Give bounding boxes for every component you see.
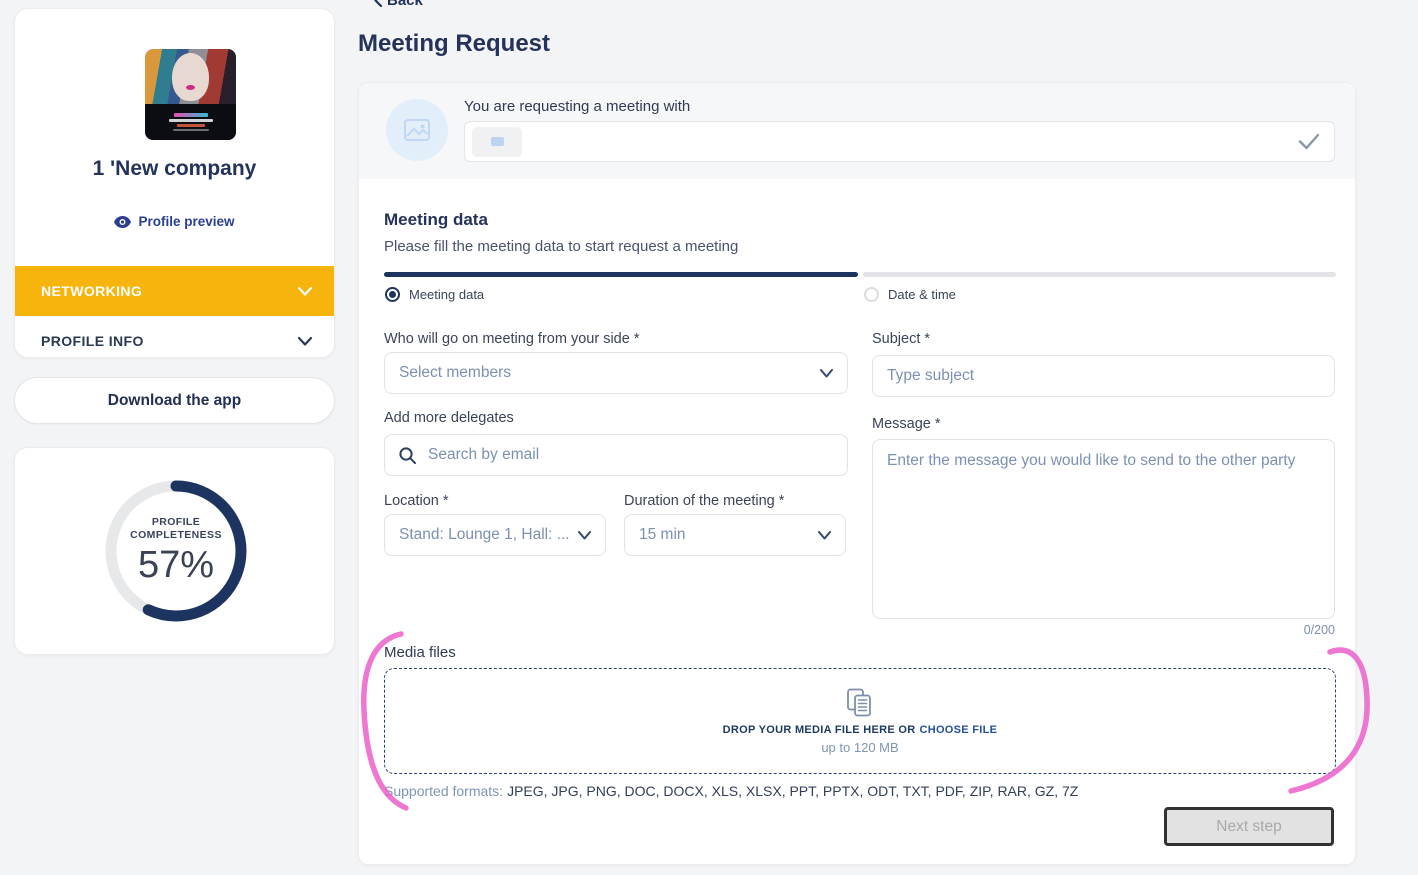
company-name: 1 'New company <box>15 157 334 181</box>
profile-preview-link[interactable]: Profile preview <box>15 214 334 229</box>
completeness-value: 57% <box>138 544 214 587</box>
duration-select-value: 15 min <box>639 526 686 544</box>
message-label: Message * <box>872 416 941 432</box>
delegates-search-field[interactable]: Search by email <box>384 434 848 476</box>
profile-preview-label: Profile preview <box>138 214 234 229</box>
back-label: Back <box>387 0 423 9</box>
sidebar-item-profile-info[interactable]: PROFILE INFO <box>15 316 335 358</box>
chevron-down-icon <box>578 531 591 540</box>
choose-file-link[interactable]: CHOOSE FILE <box>919 724 997 736</box>
completeness-label-1: PROFILE <box>152 516 200 529</box>
message-textarea[interactable] <box>872 439 1335 619</box>
download-app-button[interactable]: Download the app <box>14 377 335 424</box>
duration-label: Duration of the meeting * <box>624 493 784 509</box>
meeting-request-form-card: You are requesting a meeting with Meetin… <box>358 82 1356 865</box>
chevron-down-icon <box>820 369 833 378</box>
next-step-button[interactable]: Next step <box>1164 807 1334 846</box>
chevron-down-icon <box>298 337 312 346</box>
networking-label: NETWORKING <box>41 283 142 299</box>
chevron-down-icon <box>298 287 312 296</box>
media-files-label: Media files <box>384 644 456 661</box>
avatar <box>386 99 448 161</box>
person-placeholder-chip <box>472 127 522 157</box>
delegates-label: Add more delegates <box>384 410 514 426</box>
logo-lips-art <box>186 85 195 90</box>
chevron-down-icon <box>818 531 831 540</box>
profile-info-label: PROFILE INFO <box>41 333 144 349</box>
company-profile-card: 1 'New company Profile preview NETWORKIN… <box>14 8 335 358</box>
meeting-with-input[interactable] <box>464 121 1335 162</box>
supported-formats: Supported formats:JPEG, JPG, PNG, DOC, D… <box>384 783 1078 799</box>
step-date-time[interactable]: Date & time <box>864 287 956 302</box>
location-select-value: Stand: Lounge 1, Hall: ... <box>399 526 570 544</box>
supported-formats-label: Supported formats: <box>384 783 503 799</box>
members-select[interactable]: Select members <box>384 352 848 394</box>
section-title: Meeting data <box>384 210 488 230</box>
location-select[interactable]: Stand: Lounge 1, Hall: ... <box>384 514 606 556</box>
step-progress-active <box>384 272 858 277</box>
supported-formats-value: JPEG, JPG, PNG, DOC, DOCX, XLS, XLSX, PP… <box>507 783 1078 799</box>
image-placeholder-icon <box>404 119 430 141</box>
meeting-request-page: 1 'New company Profile preview NETWORKIN… <box>0 0 1418 875</box>
download-app-label: Download the app <box>108 392 241 410</box>
documents-icon <box>846 688 874 718</box>
profile-completeness-card: PROFILE COMPLETENESS 57% <box>14 447 335 655</box>
checkmark-icon <box>1298 133 1320 150</box>
sidebar-item-networking[interactable]: NETWORKING <box>15 266 335 316</box>
completeness-label-2: COMPLETENESS <box>130 529 222 542</box>
drop-instruction: DROP YOUR MEDIA FILE HERE OR <box>723 724 916 736</box>
location-label: Location * <box>384 493 449 509</box>
logo-caption-band <box>145 104 236 140</box>
members-label: Who will go on meeting from your side * <box>384 331 639 347</box>
page-title: Meeting Request <box>358 30 550 58</box>
media-dropzone[interactable]: DROP YOUR MEDIA FILE HERE ORCHOOSE FILE … <box>384 668 1336 774</box>
request-banner: You are requesting a meeting with <box>359 83 1355 179</box>
completeness-ring: PROFILE COMPLETENESS 57% <box>101 476 251 626</box>
request-banner-label: You are requesting a meeting with <box>464 98 690 115</box>
back-button[interactable]: Back <box>374 0 423 9</box>
step-meeting-data-label: Meeting data <box>409 287 484 302</box>
message-char-counter: 0/200 <box>872 623 1335 637</box>
subject-label: Subject * <box>872 331 930 347</box>
step-progress-idle <box>863 272 1336 277</box>
radio-checked-icon <box>385 287 400 302</box>
step-date-time-label: Date & time <box>888 287 956 302</box>
delegates-search-placeholder: Search by email <box>428 446 539 464</box>
subject-input[interactable] <box>872 355 1335 397</box>
members-select-value: Select members <box>399 364 511 382</box>
company-logo <box>145 49 236 140</box>
drop-size-hint: up to 120 MB <box>821 740 898 755</box>
duration-select[interactable]: 15 min <box>624 514 846 556</box>
chevron-left-icon <box>374 0 382 7</box>
section-subtitle: Please fill the meeting data to start re… <box>384 238 738 255</box>
logo-face-art <box>172 53 209 101</box>
step-meeting-data[interactable]: Meeting data <box>385 287 484 302</box>
eye-icon <box>114 216 131 228</box>
radio-unchecked-icon <box>864 287 879 302</box>
search-icon <box>399 447 416 464</box>
